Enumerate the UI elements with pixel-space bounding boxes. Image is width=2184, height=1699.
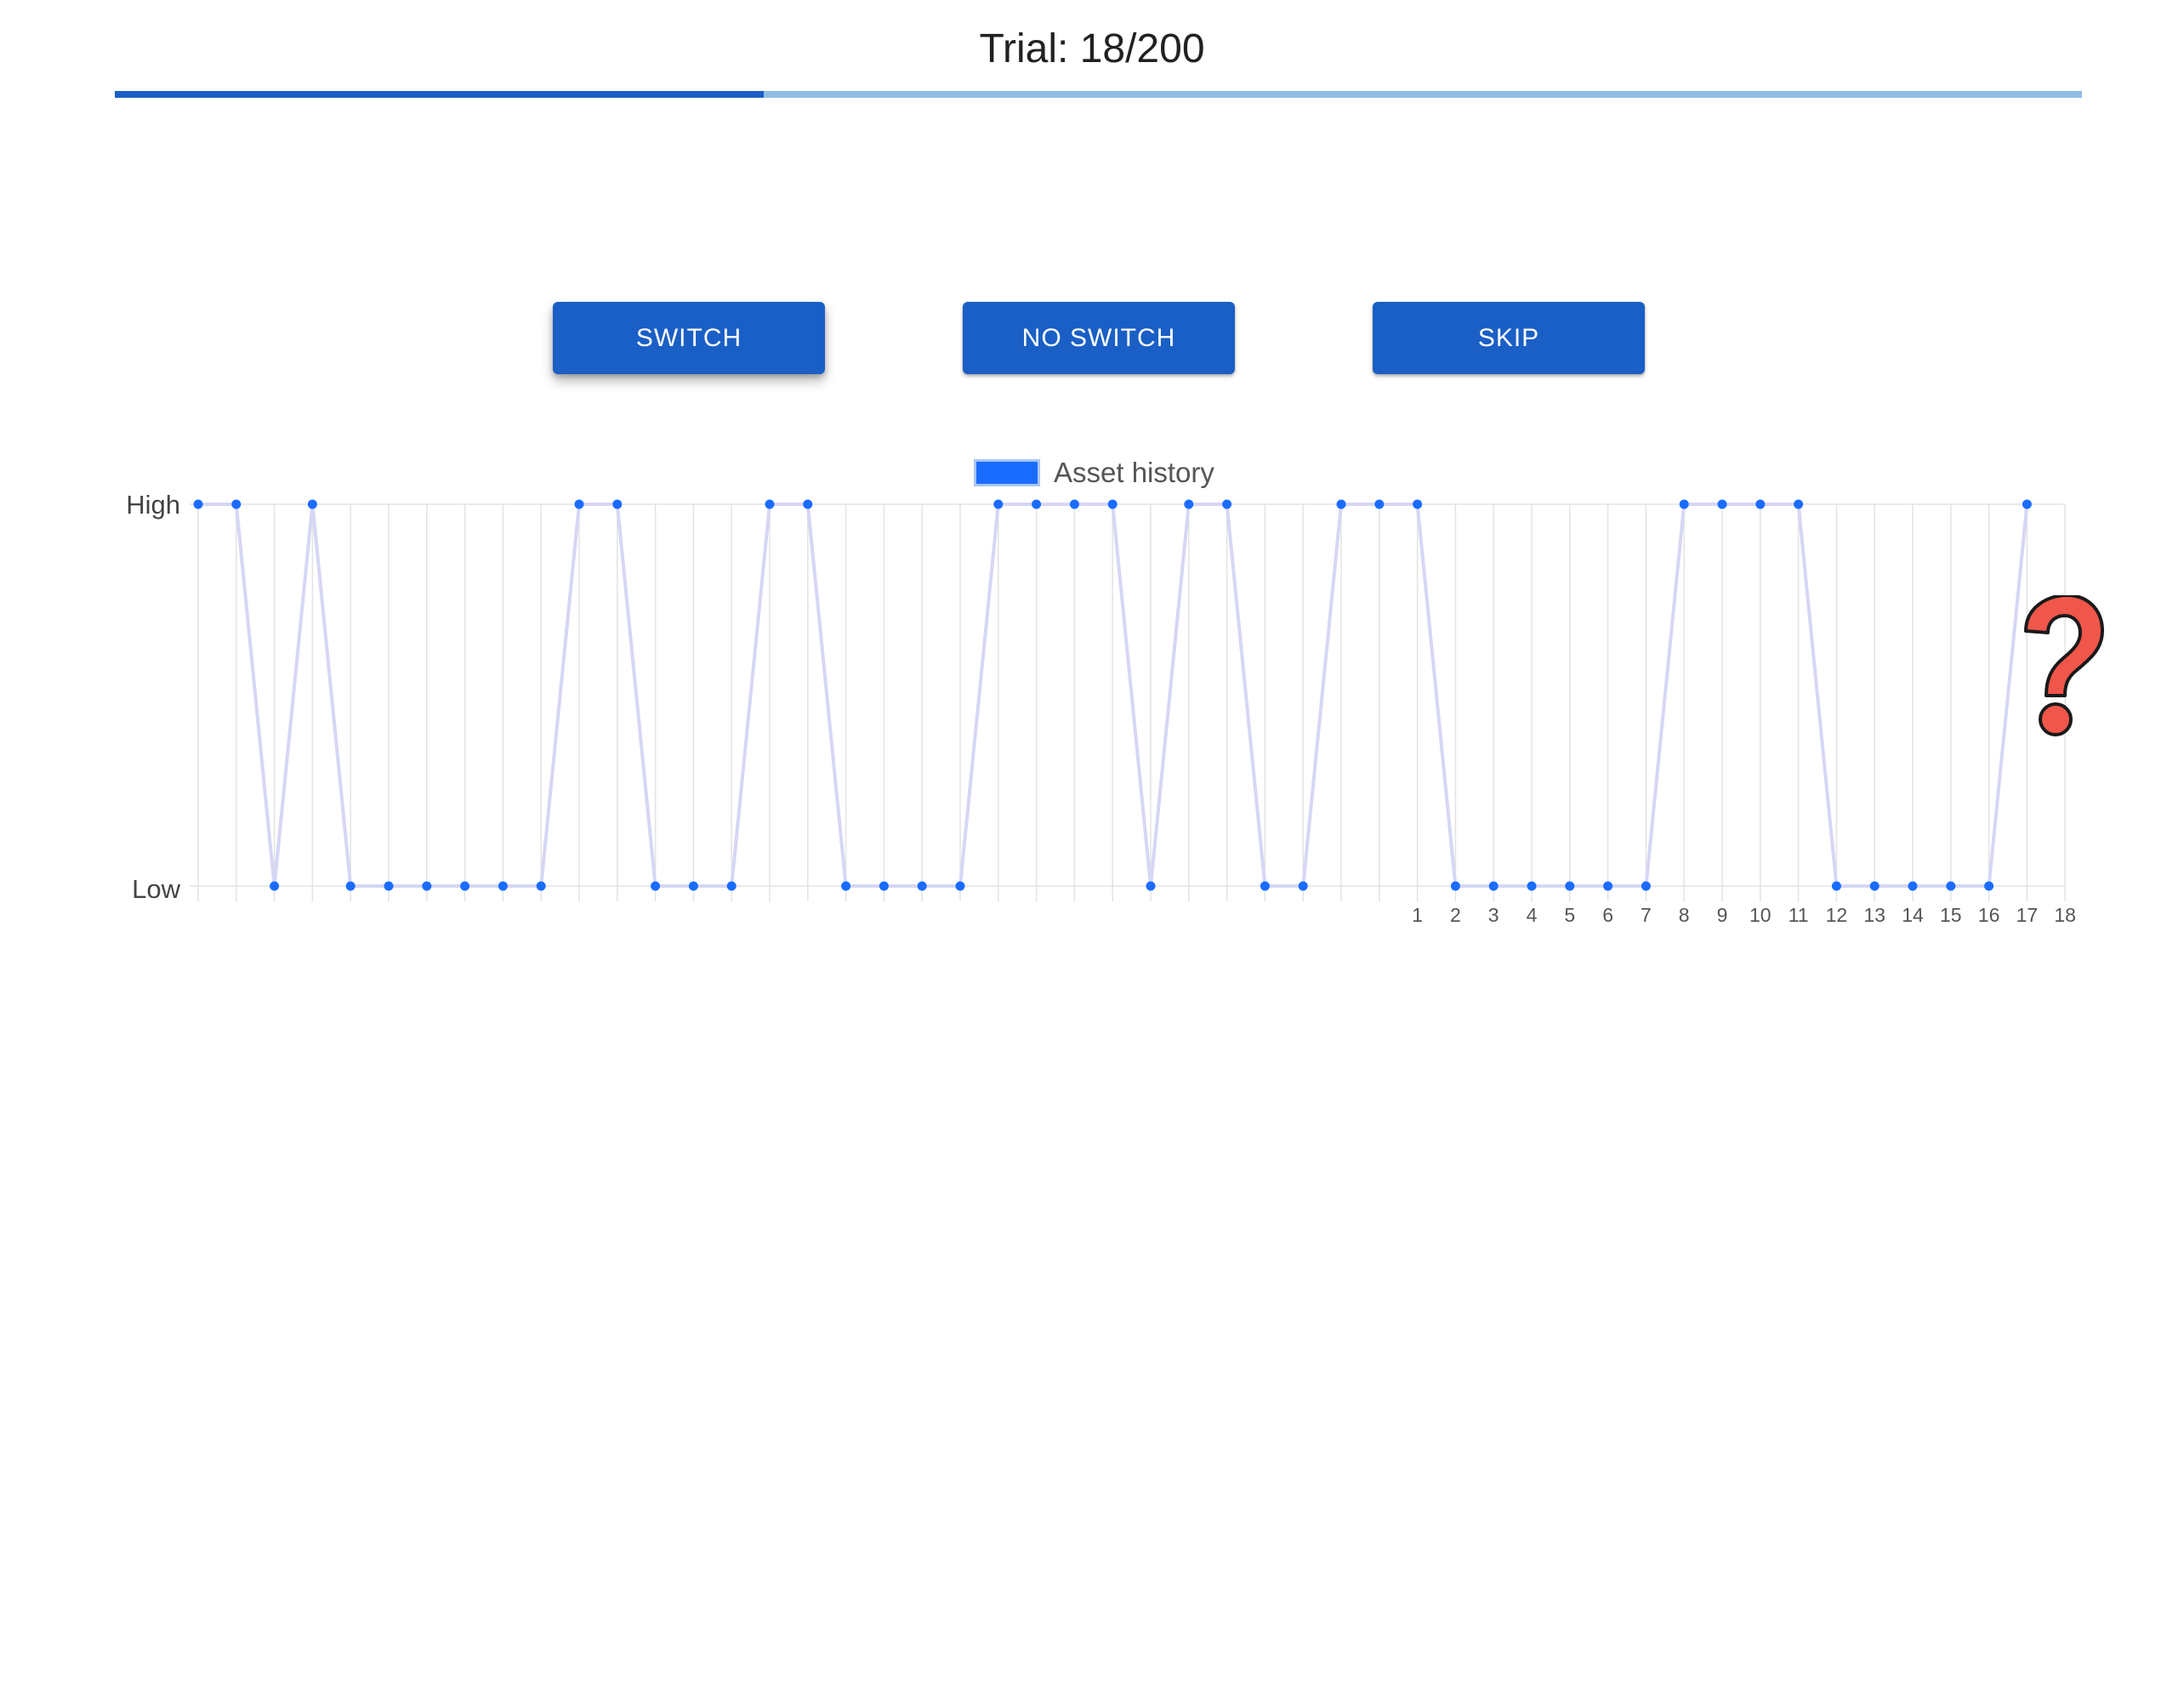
data-point [1374,499,1385,509]
x-tick-label: 15 [1940,904,1962,926]
data-point [574,499,584,509]
data-point [993,499,1004,509]
x-tick-label: 5 [1564,904,1575,926]
x-tick-label: 7 [1641,904,1652,926]
data-point [422,881,432,891]
trial-progress-fill [115,91,765,98]
data-point [1298,881,1308,891]
data-point [307,499,317,509]
data-point [1946,881,1956,891]
data-point [1413,499,1423,509]
x-tick-label: 2 [1450,904,1461,926]
data-point [1603,881,1613,891]
x-tick-label: 12 [1826,904,1848,926]
data-point [1336,499,1346,509]
data-point [1831,881,1841,891]
data-point [1069,499,1079,509]
data-point [1488,881,1499,891]
x-tick-label: 1 [1412,904,1423,926]
data-point [879,881,889,891]
data-point [1755,499,1766,509]
x-tick-label: 17 [2016,904,2039,926]
data-point [498,881,508,891]
data-point [536,881,546,891]
data-point [1908,881,1918,891]
x-tick-label: 14 [1902,904,1924,926]
trial-progress-bar [115,91,2082,98]
data-point [460,881,470,891]
x-tick-label: 18 [2054,904,2076,926]
switch-button[interactable]: SWITCH [553,302,825,374]
asset-history-chart: Asset history High Low 1 2 3 4 5 6 7 8 9 10 11 12 13… [0,442,2184,952]
skip-button[interactable]: SKIP [1373,302,1645,374]
data-point [1146,881,1156,891]
x-tick-label: 13 [1863,904,1885,926]
data-point [803,499,813,509]
data-point [955,881,965,891]
x-tick-label: 9 [1717,904,1728,926]
data-point [1984,881,1994,891]
data-point [345,881,355,891]
chart-plot-area: 1 2 3 4 5 6 7 8 9 10 11 12 13 14 15 16 17 18 [190,499,2076,926]
data-point [1222,499,1232,509]
data-point [1641,881,1651,891]
data-point [765,499,775,509]
data-point [1717,499,1727,509]
no-switch-button[interactable]: NO SWITCH [963,302,1235,374]
data-point [1869,881,1880,891]
data-point [270,881,280,891]
trial-counter: Trial: 18/200 [979,26,1205,71]
data-point [917,881,927,891]
data-point [1184,499,1194,509]
data-point [1032,499,1042,509]
x-tick-label: 4 [1527,904,1538,926]
x-tick-label: 8 [1679,904,1690,926]
x-tick-label: 10 [1749,904,1772,926]
data-point [651,881,661,891]
data-point [1565,881,1575,891]
data-point [231,499,242,509]
data-point [726,881,737,891]
x-tick-label: 6 [1602,904,1613,926]
data-point [1450,881,1460,891]
x-tick-label: 3 [1488,904,1499,926]
data-point [1794,499,1804,509]
data-point [384,881,394,891]
question-mark-icon [2024,595,2104,736]
data-point [1679,499,1689,509]
data-point [2022,499,2032,509]
x-tick-label: 16 [1978,904,2000,926]
data-point [1527,881,1537,891]
x-tick-label: 11 [1789,904,1809,926]
data-point [193,499,203,509]
data-point [1260,881,1270,891]
data-point [612,499,623,509]
data-point [688,881,698,891]
data-point [841,881,851,891]
data-point [1107,499,1118,509]
